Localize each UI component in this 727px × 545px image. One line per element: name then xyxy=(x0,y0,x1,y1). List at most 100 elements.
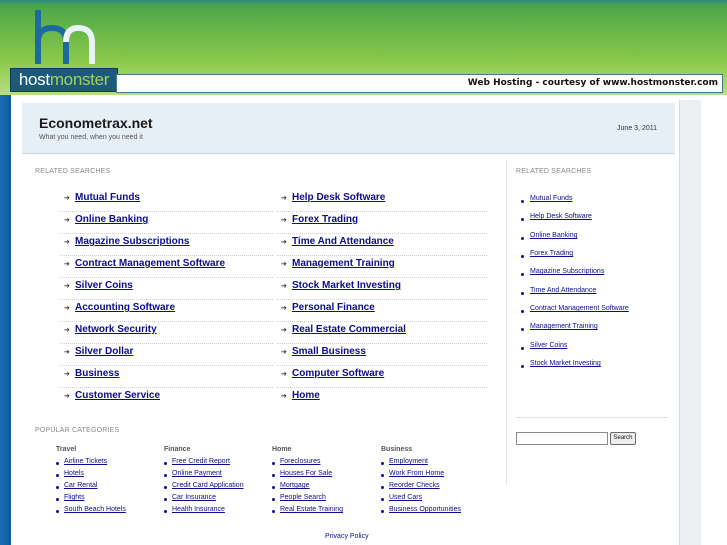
bullet-icon xyxy=(521,218,524,221)
bullet-icon xyxy=(381,462,384,465)
bullet-icon xyxy=(521,273,524,276)
bullet-icon xyxy=(381,510,384,513)
category-link[interactable]: Real Estate Training xyxy=(280,506,343,513)
hosting-banner-text[interactable]: Web Hosting - courtesy of www.hostmonste… xyxy=(468,75,718,92)
related-search-link[interactable]: Magazine Subscriptions xyxy=(75,236,189,247)
privacy-policy-link[interactable]: Privacy Policy xyxy=(325,533,369,540)
sidebar-search-link[interactable]: Contract Management Software xyxy=(530,305,629,312)
related-search-link[interactable]: Forex Trading xyxy=(292,214,358,225)
arrow-bullet-icon: ➔ xyxy=(281,261,287,268)
category-link[interactable]: Online Payment xyxy=(172,470,222,477)
related-search-link[interactable]: Help Desk Software xyxy=(292,192,385,203)
related-search-link[interactable]: Computer Software xyxy=(292,368,384,379)
category-link[interactable]: Car Insurance xyxy=(172,494,216,501)
category-link[interactable]: Flights xyxy=(64,494,85,501)
column-divider xyxy=(506,160,507,485)
category-link[interactable]: Reorder Checks xyxy=(389,482,440,489)
hm-logo-icon xyxy=(35,10,95,64)
category-title-travel: Travel xyxy=(56,446,77,453)
related-search-item: ➔ Management Training xyxy=(277,255,487,278)
vertical-scrollbar[interactable] xyxy=(679,100,701,545)
related-search-link[interactable]: Mutual Funds xyxy=(75,192,140,203)
category-link[interactable]: Houses For Sale xyxy=(280,470,332,477)
category-link[interactable]: Work From Home xyxy=(389,470,444,477)
category-link[interactable]: Car Rental xyxy=(64,482,97,489)
bullet-icon xyxy=(272,498,275,501)
sidebar-search-link[interactable]: Silver Coins xyxy=(530,342,567,349)
related-search-link[interactable]: Silver Dollar xyxy=(75,346,133,357)
related-search-link[interactable]: Customer Service xyxy=(75,390,160,401)
category-link[interactable]: Foreclosures xyxy=(280,458,320,465)
arrow-bullet-icon: ➔ xyxy=(281,217,287,224)
sidebar-divider xyxy=(516,417,668,418)
arrow-bullet-icon: ➔ xyxy=(64,217,70,224)
related-search-link[interactable]: Management Training xyxy=(292,258,395,269)
arrow-bullet-icon: ➔ xyxy=(281,327,287,334)
category-link[interactable]: Used Cars xyxy=(389,494,422,501)
category-link[interactable]: Free Credit Report xyxy=(172,458,230,465)
hostmonster-logo[interactable]: hostmonster xyxy=(10,68,118,92)
related-search-link[interactable]: Network Security xyxy=(75,324,157,335)
category-link[interactable]: Employment xyxy=(389,458,428,465)
related-search-item: ➔ Real Estate Commercial xyxy=(277,321,487,344)
related-search-link[interactable]: Silver Coins xyxy=(75,280,133,291)
related-searches-label: RELATED SEARCHES xyxy=(35,168,111,175)
bullet-icon xyxy=(521,310,524,313)
related-search-link[interactable]: Real Estate Commercial xyxy=(292,324,406,335)
arrow-bullet-icon: ➔ xyxy=(64,305,70,312)
arrow-bullet-icon: ➔ xyxy=(281,393,287,400)
bullet-icon xyxy=(381,474,384,477)
arrow-bullet-icon: ➔ xyxy=(64,327,70,334)
related-search-item: ➔ Contract Management Software xyxy=(60,255,273,278)
related-search-link[interactable]: Stock Market Investing xyxy=(292,280,401,291)
search-input[interactable] xyxy=(516,432,608,445)
bullet-icon xyxy=(164,510,167,513)
category-link[interactable]: Credit Card Application xyxy=(172,482,244,489)
category-link[interactable]: People Search xyxy=(280,494,326,501)
sidebar-search-link[interactable]: Forex Trading xyxy=(530,250,573,257)
category-link[interactable]: Airline Tickets xyxy=(64,458,107,465)
hosting-banner: Web Hosting - courtesy of www.hostmonste… xyxy=(116,74,723,93)
related-search-link[interactable]: Online Banking xyxy=(75,214,148,225)
related-search-item: ➔ Time And Attendance xyxy=(277,233,487,256)
category-link[interactable]: Business Opportunities xyxy=(389,506,461,513)
sidebar-search-link[interactable]: Stock Market Investing xyxy=(530,360,601,367)
sidebar-search-link[interactable]: Mutual Funds xyxy=(530,195,572,202)
related-search-link[interactable]: Time And Attendance xyxy=(292,236,394,247)
sidebar-search-link[interactable]: Management Training xyxy=(530,323,598,330)
arrow-bullet-icon: ➔ xyxy=(64,283,70,290)
related-search-link[interactable]: Home xyxy=(292,390,320,401)
popular-categories-label: POPULAR CATEGORIES xyxy=(35,427,120,434)
sidebar-search-link[interactable]: Online Banking xyxy=(530,232,577,239)
category-link[interactable]: Hotels xyxy=(64,470,84,477)
category-link[interactable]: Mortgage xyxy=(280,482,310,489)
logo-monster-text: monster xyxy=(49,70,110,89)
parked-page: Econometrax.net What you need, when you … xyxy=(11,95,727,545)
related-search-link[interactable]: Business xyxy=(75,368,119,379)
bullet-icon xyxy=(272,510,275,513)
related-search-item: ➔ Small Business xyxy=(277,343,487,366)
related-search-item: ➔ Online Banking xyxy=(60,211,273,234)
related-search-link[interactable]: Accounting Software xyxy=(75,302,175,313)
related-search-item: ➔ Network Security xyxy=(60,321,273,344)
category-link[interactable]: Health Insurance xyxy=(172,506,225,513)
arrow-bullet-icon: ➔ xyxy=(64,195,70,202)
hosting-header: hostmonster Web Hosting - courtesy of ww… xyxy=(0,0,727,95)
bullet-icon xyxy=(521,292,524,295)
sidebar-search-link[interactable]: Help Desk Software xyxy=(530,213,592,220)
category-link[interactable]: South Beach Hotels xyxy=(64,506,126,513)
related-search-link[interactable]: Small Business xyxy=(292,346,366,357)
bullet-icon xyxy=(164,486,167,489)
sidebar-search-link[interactable]: Time And Attendance xyxy=(530,287,596,294)
related-search-item: ➔ Customer Service xyxy=(60,387,273,409)
site-title: Econometrax.net xyxy=(39,115,153,131)
related-search-link[interactable]: Personal Finance xyxy=(292,302,375,313)
related-search-item: ➔ Computer Software xyxy=(277,365,487,388)
arrow-bullet-icon: ➔ xyxy=(281,283,287,290)
search-button[interactable]: Search xyxy=(610,432,636,445)
bullet-icon xyxy=(272,486,275,489)
arrow-bullet-icon: ➔ xyxy=(281,305,287,312)
related-search-item: ➔ Forex Trading xyxy=(277,211,487,234)
related-search-link[interactable]: Contract Management Software xyxy=(75,258,225,269)
sidebar-search-link[interactable]: Magazine Subscriptions xyxy=(530,268,604,275)
